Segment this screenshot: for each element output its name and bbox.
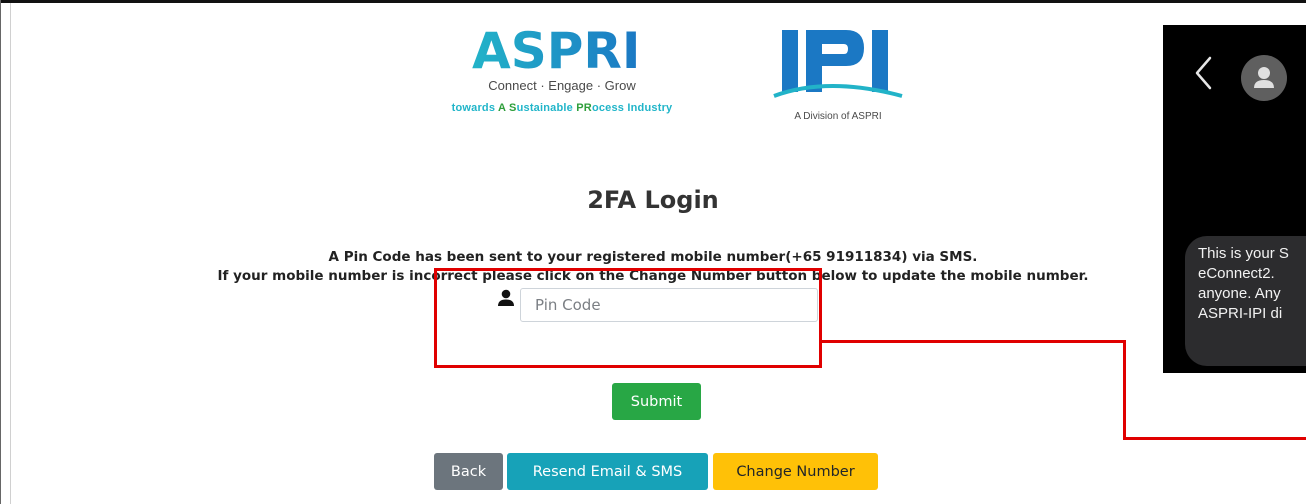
aspri-wordmark-text: ASPRI xyxy=(472,24,640,74)
submit-button[interactable]: Submit xyxy=(612,383,701,420)
change-number-button[interactable]: Change Number xyxy=(713,453,878,490)
sms-text: This is your S eConnect2. anyone. Any AS… xyxy=(1198,244,1306,324)
ipi-wordmark xyxy=(773,30,903,98)
ipi-logo: A Division of ASPRI xyxy=(768,26,908,126)
aspri-subtitle-part: ustainable xyxy=(516,102,577,114)
phone-sms-screenshot: This is your S eConnect2. anyone. Any AS… xyxy=(1163,25,1306,373)
resend-email-sms-button[interactable]: Resend Email & SMS xyxy=(507,453,708,490)
aspri-subtitle-part: towards xyxy=(451,102,499,114)
aspri-subtitle-part: A xyxy=(498,102,506,114)
page-title: 2FA Login xyxy=(587,186,719,214)
back-button[interactable]: Back xyxy=(434,453,503,490)
ipi-caption: A Division of ASPRI xyxy=(794,111,882,122)
annotation-connector xyxy=(1123,340,1126,439)
annotation-connector xyxy=(1123,437,1306,440)
sms-line: This is your S xyxy=(1198,245,1289,262)
sms-line: ASPRI-IPI di xyxy=(1198,305,1283,322)
contact-avatar xyxy=(1241,55,1287,101)
sms-line: anyone. Any xyxy=(1198,285,1281,302)
chevron-left-icon xyxy=(1195,56,1212,90)
aspri-wordmark: ASPRI xyxy=(472,24,640,74)
aspri-logo: ASPRI Connect · Engage · Grow towards A … xyxy=(372,22,752,122)
aspri-subtitle-part: S xyxy=(509,102,517,114)
aspri-subtitle: towards A Sustainable PRocess Industry xyxy=(372,102,752,114)
person-icon xyxy=(1254,67,1274,88)
annotation-connector xyxy=(822,340,1125,343)
aspri-subtitle-part: PR xyxy=(576,102,592,114)
sms-line: eConnect2. xyxy=(1198,265,1275,282)
pin-input-highlight xyxy=(434,268,822,368)
aspri-tagline: Connect · Engage · Grow xyxy=(488,78,636,93)
aspri-subtitle-part: ocess Industry xyxy=(591,102,673,114)
pin-sent-message-line: A Pin Code has been sent to your registe… xyxy=(328,249,978,265)
window-top-border xyxy=(0,0,1306,3)
